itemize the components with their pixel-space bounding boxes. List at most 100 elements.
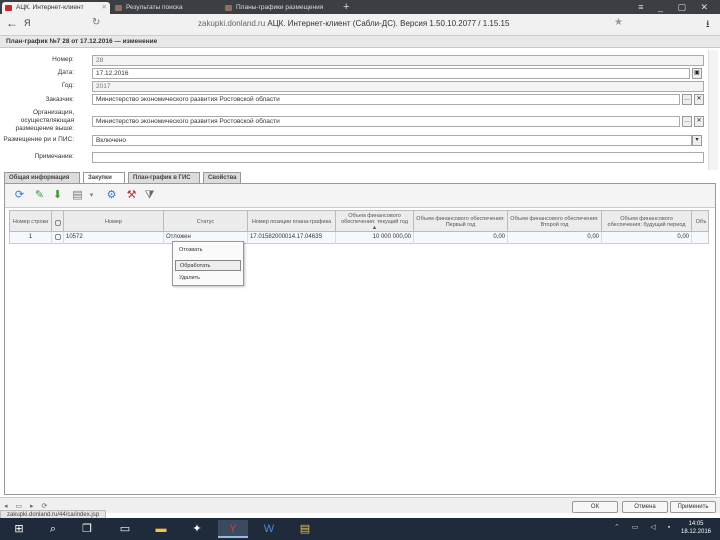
checkbox-icon[interactable]: [54, 234, 61, 240]
archive-icon[interactable]: ▤: [290, 520, 320, 538]
organization-label: Организация, осуществляющая размещение в…: [15, 109, 74, 132]
placement-label: Размещение ри и ПИС:: [3, 136, 74, 143]
window-controls[interactable]: ≡ _ ▢ ✕: [638, 0, 714, 14]
url-field[interactable]: zakupki.donland.ru АЦК. Интернет-клиент …: [198, 19, 509, 28]
col-second-year[interactable]: Объем финансового обеспечения: Второй го…: [508, 211, 602, 233]
apply-button[interactable]: Применить: [670, 501, 716, 513]
yandex-logo-icon[interactable]: Я: [24, 18, 31, 28]
document-form: Номер: 28 Дата: 17.12.2016 ▣ Год: 2017 З…: [0, 48, 720, 170]
task-view-icon[interactable]: ❐: [72, 520, 102, 538]
col-current-year[interactable]: Объем финансового обеспечения: текущий г…: [336, 211, 414, 233]
clear-x-button[interactable]: ✕: [694, 94, 704, 105]
col-select[interactable]: [52, 211, 64, 233]
window-title: План-график №7 28 от 17.12.2016 — измене…: [0, 36, 720, 48]
cell-future-period: 0,00: [602, 232, 692, 244]
col-status[interactable]: Статус: [164, 211, 248, 233]
favicon-icon: [115, 5, 122, 11]
comment-label: Примечание:: [34, 153, 74, 160]
placement-select[interactable]: Включено: [92, 135, 692, 146]
purchases-panel: ⟳ ✎ ⬇ ▤ ▾ ⚙ ⚒ ⧩ Номер строки Номер Стату…: [4, 183, 716, 495]
clock-time: 14:05: [688, 521, 704, 527]
menu-item-process[interactable]: Обработать: [175, 260, 241, 271]
edit-icon[interactable]: ✎: [33, 189, 46, 202]
tools-icon[interactable]: ⚒: [125, 189, 138, 202]
cell-position: 17.01582000014.17.0463S: [248, 232, 336, 244]
date-field[interactable]: 17.12.2016: [92, 68, 690, 79]
windows-start-icon[interactable]: ⊞: [4, 520, 34, 538]
browser-tab-label: Планы-графики размещения: [236, 4, 324, 11]
select-ellipsis-button[interactable]: …: [682, 94, 692, 105]
col-position[interactable]: Номер позиции плана-графика: [248, 211, 336, 233]
address-bar: ← Я ↻ zakupki.donland.ru АЦК. Интернет-к…: [0, 14, 720, 36]
page-title-text: АЦК. Интернет-клиент (Сабли-ДС). Версия …: [267, 19, 510, 28]
tab-purchases[interactable]: Закупки: [83, 172, 125, 183]
file-explorer-icon[interactable]: ▭: [110, 520, 140, 538]
bookmark-star-icon[interactable]: ★: [614, 17, 623, 28]
customer-label: Заказчик:: [45, 96, 74, 103]
col-line-number[interactable]: Номер строки: [10, 211, 52, 233]
yandex-browser-icon[interactable]: Y: [218, 520, 248, 538]
browser-tab-active[interactable]: АЦК. Интернет-клиент ✕: [2, 2, 110, 14]
clock[interactable]: 14:05 18.12.2016: [676, 520, 716, 536]
cell-select[interactable]: [52, 232, 64, 244]
settings-gear-icon[interactable]: ⚙: [105, 189, 118, 202]
filter-icon[interactable]: ⧩: [143, 189, 156, 202]
date-label: Дата:: [57, 69, 74, 76]
reload-icon[interactable]: ↻: [92, 17, 100, 28]
col-future-period[interactable]: Объем финансового обеспечения: будущий п…: [602, 211, 692, 233]
system-tray[interactable]: ⌃ ▭ ◁ ▪: [614, 523, 675, 531]
context-menu: Отозвать Обработать Удалить: [172, 241, 244, 286]
taskbar: ⊞ ⌕ ❐ ▭ ▬ ✦ Y W ▤ ⌃ ▭ ◁ ▪ 14:05 18.12.20…: [0, 518, 720, 540]
form-scrollbar[interactable]: [708, 50, 718, 170]
menu-item-delete[interactable]: Удалить: [175, 273, 241, 284]
grid-toolbar: ⟳ ✎ ⬇ ▤ ▾ ⚙ ⚒ ⧩: [5, 184, 715, 208]
calendar-icon[interactable]: ▣: [692, 68, 702, 79]
grid-header: Номер строки Номер Статус Номер позиции …: [9, 210, 710, 233]
import-icon[interactable]: ⬇: [51, 189, 64, 202]
refresh-icon[interactable]: ⟳: [13, 189, 26, 202]
checkbox-icon[interactable]: [54, 220, 61, 226]
cell-current-year: 10 000 000,00: [336, 232, 414, 244]
browser-tab-label: АЦК. Интернет-клиент: [16, 4, 84, 11]
year-field[interactable]: 2017: [92, 81, 704, 92]
back-arrow-icon[interactable]: ←: [6, 16, 18, 30]
col-cut-off[interactable]: Объ: [692, 211, 710, 233]
search-icon[interactable]: ⌕: [38, 520, 68, 538]
cancel-button[interactable]: Отмена: [622, 501, 668, 513]
close-tab-icon[interactable]: ✕: [102, 2, 107, 14]
dialog-button-bar: ◂ ▭ ▸ ⟳ ОК Отмена Применить: [0, 497, 720, 513]
organization-field[interactable]: Министерство экономического развития Рос…: [92, 116, 680, 127]
folder-icon[interactable]: ▬: [146, 520, 176, 538]
tab-plan-gis[interactable]: План-график в ГИС: [128, 172, 200, 183]
network-icon[interactable]: ✦: [182, 520, 212, 538]
favicon-icon: [225, 5, 232, 11]
document-icon[interactable]: ▤: [71, 189, 84, 202]
col-first-year[interactable]: Объем финансового обеспечения: Первый го…: [414, 211, 508, 233]
cell-second-year: 0,00: [508, 232, 602, 244]
chevron-down-icon[interactable]: ▾: [692, 135, 702, 146]
clear-x-button[interactable]: ✕: [694, 116, 704, 127]
url-host: zakupki.donland.ru: [198, 19, 266, 28]
browser-tab-label: Результаты поиска: [126, 4, 183, 11]
download-icon[interactable]: ⭳: [706, 17, 710, 34]
tab-properties[interactable]: Свойства: [203, 172, 241, 183]
tab-general-info[interactable]: Общая информация: [4, 172, 80, 183]
table-row[interactable]: 1 10572 Отложен 17.01582000014.17.0463S …: [9, 232, 709, 244]
browser-tab-strip: АЦК. Интернет-клиент ✕ Результаты поиска…: [0, 0, 720, 14]
cell-number: 10572: [64, 232, 164, 244]
browser-tab[interactable]: Результаты поиска: [112, 2, 220, 14]
new-tab-button[interactable]: +: [343, 0, 349, 14]
browser-tab[interactable]: Планы-графики размещения: [222, 2, 338, 14]
word-icon[interactable]: W: [254, 520, 284, 538]
ok-button[interactable]: ОК: [572, 501, 618, 513]
number-field[interactable]: 28: [92, 55, 704, 66]
chevron-down-icon[interactable]: ▾: [85, 189, 98, 202]
cell-first-year: 0,00: [414, 232, 508, 244]
col-number[interactable]: Номер: [64, 211, 164, 233]
cell-line-number: 1: [10, 232, 52, 244]
customer-field[interactable]: Министерство экономического развития Рос…: [92, 94, 680, 105]
number-label: Номер:: [52, 56, 74, 63]
menu-item-recall[interactable]: Отозвать: [175, 245, 241, 256]
select-ellipsis-button[interactable]: …: [682, 116, 692, 127]
comment-field[interactable]: [92, 152, 704, 163]
